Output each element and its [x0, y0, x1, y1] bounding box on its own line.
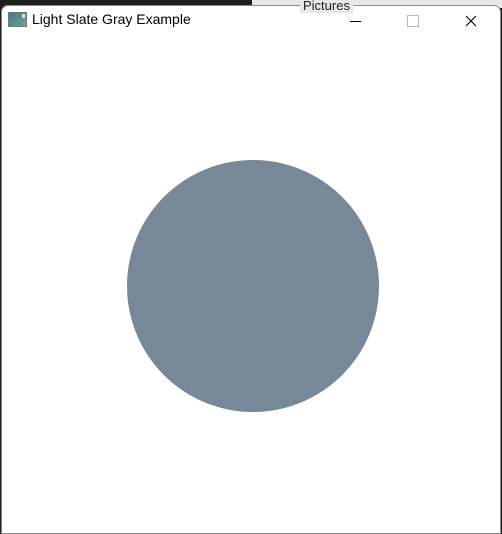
close-button[interactable]	[448, 6, 494, 36]
light-slate-gray-circle	[127, 160, 379, 412]
minimize-icon	[349, 20, 361, 22]
maximize-button[interactable]	[390, 6, 436, 36]
close-icon	[465, 15, 477, 27]
window-title: Light Slate Gray Example	[32, 11, 191, 27]
background-pictures-label: Pictures	[300, 0, 353, 13]
title-bar[interactable]: Light Slate Gray Example	[2, 6, 500, 36]
app-icon	[8, 12, 27, 27]
maximize-icon	[407, 15, 419, 27]
app-window: Light Slate Gray Example	[1, 5, 501, 534]
